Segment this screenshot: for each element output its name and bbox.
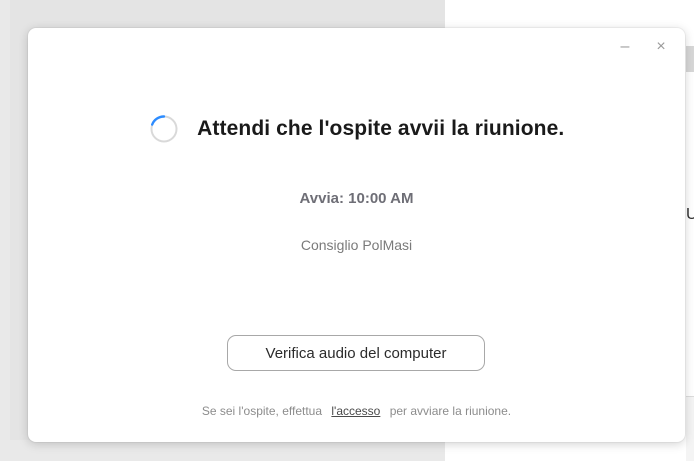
test-computer-audio-button[interactable]: Verifica audio del computer [227, 335, 485, 371]
title-row: Attendi che l'ospite avvii la riunione. [28, 114, 685, 150]
meeting-name: Consiglio PolMasi [300, 237, 413, 253]
close-button[interactable]: × [652, 38, 670, 56]
background-right-strip [686, 46, 694, 72]
minimize-button[interactable]: – [616, 38, 634, 56]
waiting-for-host-dialog: – × Attendi che l'ospite avvii la riunio… [28, 28, 685, 442]
background-right-bottom [686, 396, 694, 461]
loading-spinner-icon [150, 115, 178, 143]
footer-suffix: per avviare la riunione. [389, 404, 512, 418]
sign-in-link[interactable]: l'accesso [331, 404, 380, 418]
footer-prefix: Se sei l'ospite, effettua [201, 404, 323, 418]
background-partial-text: U [686, 206, 694, 223]
footer-text: Se sei l'ospite, effettua l'accesso per … [28, 404, 685, 418]
dialog-title: Attendi che l'ospite avvii la riunione. [197, 117, 565, 140]
meeting-start-time: Avvia: 10:00 AM [299, 190, 414, 207]
